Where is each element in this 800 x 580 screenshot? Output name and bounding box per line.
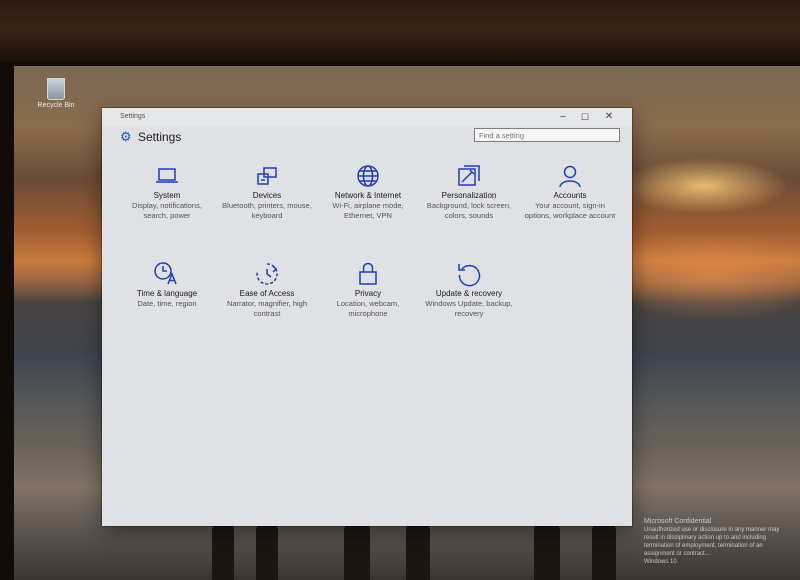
time-language-icon xyxy=(154,262,177,285)
category-update-recovery[interactable]: Update & recovery Windows Update, backup… xyxy=(418,260,520,318)
person-icon xyxy=(559,165,581,188)
settings-header: ⚙ Settings xyxy=(102,126,632,148)
category-label: Update & recovery xyxy=(435,289,503,298)
category-label: Ease of Access xyxy=(239,289,295,298)
category-accounts[interactable]: Accounts Your account, sign-in options, … xyxy=(519,162,621,220)
close-button[interactable]: ✕ xyxy=(598,108,620,126)
minimize-button[interactable]: – xyxy=(552,108,574,126)
recycle-bin-icon xyxy=(47,78,65,100)
search-input[interactable] xyxy=(474,128,620,142)
category-label: System xyxy=(153,191,181,200)
devices-icon xyxy=(257,167,277,185)
confidential-watermark: Microsoft Confidential Unauthorized use … xyxy=(644,518,780,565)
category-description: Your account, sign-in options, workplace… xyxy=(524,201,616,220)
recycle-bin-label: Recycle Bin xyxy=(37,102,75,109)
window-title: Settings xyxy=(120,113,146,120)
category-label: Privacy xyxy=(354,289,382,298)
category-description: Display, notifications, search, power xyxy=(132,201,202,220)
category-time-language[interactable]: Time & language Date, time, region xyxy=(116,260,218,309)
maximize-button[interactable]: ☐ xyxy=(574,108,596,126)
category-devices[interactable]: Devices Bluetooth, printers, mouse, keyb… xyxy=(216,162,318,220)
category-description: Location, webcam, microphone xyxy=(336,299,400,318)
refresh-icon xyxy=(458,264,481,287)
category-description: Wi-Fi, airplane mode, Ethernet, VPN xyxy=(332,201,404,220)
category-ease-of-access[interactable]: Ease of Access Narrator, magnifier, high… xyxy=(216,260,318,318)
category-system[interactable]: System Display, notifications, search, p… xyxy=(116,162,218,220)
category-label: Personalization xyxy=(441,191,497,200)
category-label: Network & Internet xyxy=(334,191,402,200)
window-titlebar[interactable]: Settings – ☐ ✕ xyxy=(102,108,632,126)
settings-window: Settings – ☐ ✕ ⚙ Settings System Display… xyxy=(102,108,632,526)
category-description: Background, lock screen, colors, sounds xyxy=(426,201,512,220)
category-description: Date, time, region xyxy=(137,299,197,308)
laptop-icon xyxy=(156,168,178,183)
category-network[interactable]: Network & Internet Wi-Fi, airplane mode,… xyxy=(317,162,419,220)
category-description: Windows Update, backup, recovery xyxy=(425,299,513,318)
category-label: Time & language xyxy=(136,289,198,298)
category-description: Bluetooth, printers, mouse, keyboard xyxy=(222,201,312,220)
category-label: Devices xyxy=(252,191,282,200)
category-label: Accounts xyxy=(553,191,587,200)
ease-of-access-icon xyxy=(256,263,278,285)
lock-icon xyxy=(359,262,377,285)
category-privacy[interactable]: Privacy Location, webcam, microphone xyxy=(317,260,419,318)
category-personalization[interactable]: Personalization Background, lock screen,… xyxy=(418,162,520,220)
room-background xyxy=(0,0,800,62)
category-description: Narrator, magnifier, high contrast xyxy=(226,299,308,318)
recycle-bin-shortcut[interactable]: Recycle Bin xyxy=(36,78,76,109)
globe-icon xyxy=(357,165,379,187)
page-title: Settings xyxy=(138,130,182,144)
gear-icon: ⚙ xyxy=(120,129,132,144)
personalization-icon xyxy=(458,165,480,186)
